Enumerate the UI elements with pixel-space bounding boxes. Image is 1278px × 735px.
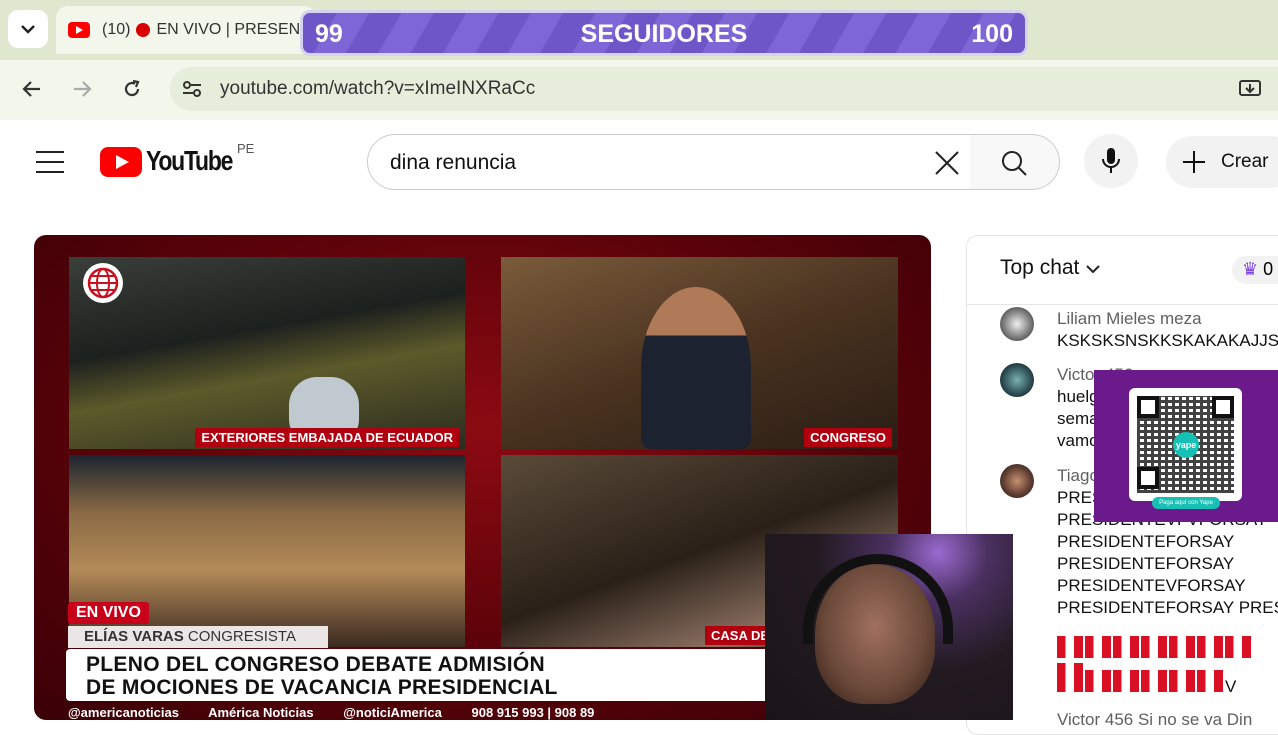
streamer-webcam	[765, 534, 1013, 720]
headline-line-2: DE MOCIONES DE VACANCIA PRESIDENCIAL	[86, 676, 558, 699]
chat-line: vamo	[1057, 431, 1099, 450]
clear-search-icon[interactable]	[934, 150, 960, 181]
youtube-logo-text[interactable]: YouTube	[146, 145, 233, 177]
chat-mode-selector[interactable]: Top chat	[1000, 256, 1101, 280]
news-headline: PLENO DEL CONGRESO DEBATE ADMISIÓN DE MO…	[66, 649, 826, 701]
peru-flag-icon	[1225, 636, 1251, 658]
country-code: PE	[237, 141, 255, 156]
chat-line: huelg	[1057, 387, 1099, 406]
reload-button[interactable]	[112, 69, 152, 109]
yape-logo-icon: yape	[1173, 432, 1199, 458]
peru-flag-icon	[1197, 670, 1223, 692]
tab-title: EN VIVO | PRESENT	[156, 21, 310, 38]
social-handle-3: @noticiAmerica	[343, 705, 442, 720]
chat-message: huelg sema vamo	[1057, 386, 1099, 452]
search-button[interactable]	[970, 134, 1060, 190]
search-query[interactable]: dina renuncia	[390, 151, 516, 175]
peru-flag-icon	[1169, 636, 1195, 658]
install-icon	[1239, 80, 1261, 96]
peru-flag-icon	[1085, 670, 1111, 692]
peru-flag-icon	[1113, 670, 1139, 692]
congressman-figure	[641, 287, 751, 449]
caption-embassy: EXTERIORES EMBAJADA DE ECUADOR	[195, 428, 459, 447]
arrow-right-icon	[74, 81, 92, 97]
create-label: Crear	[1221, 151, 1269, 172]
peru-flag-icon	[1169, 670, 1195, 692]
peru-flag-icon	[1057, 670, 1083, 692]
youtube-logo-icon[interactable]	[100, 147, 142, 177]
peru-flag-icon	[1113, 636, 1139, 658]
video-panel-embassy: EXTERIORES EMBAJADA DE ECUADOR	[69, 257, 465, 449]
voice-search-button[interactable]	[1084, 134, 1138, 188]
social-handle-2: América Noticias	[208, 705, 314, 720]
tune-icon	[183, 81, 201, 97]
chevron-down-icon	[1086, 265, 1100, 274]
microphone-icon	[1102, 148, 1120, 173]
tab-notification-count: (10)	[102, 21, 131, 38]
chat-line: PRESIDENTEVFORSAY	[1057, 576, 1246, 595]
chat-message-suffix: V	[1225, 677, 1237, 696]
flag-emoji-row: V	[1057, 670, 1278, 698]
install-app-button[interactable]	[1230, 69, 1270, 109]
social-handle-1: @americanoticias	[68, 705, 179, 720]
search-icon	[1002, 151, 1027, 176]
menu-icon[interactable]	[36, 151, 64, 181]
peru-flag-icon	[1057, 636, 1083, 658]
chat-line: PRESIDENTEFORSAY PRES	[1057, 598, 1278, 617]
tab-search-button[interactable]	[8, 10, 48, 48]
site-info-button[interactable]	[172, 69, 212, 109]
crown-icon: ♛	[1242, 259, 1259, 279]
chat-line: sema	[1057, 409, 1099, 428]
arrow-left-icon	[22, 81, 40, 97]
followers-label: SEGUIDORES	[580, 20, 748, 48]
globe-icon	[83, 263, 123, 303]
plus-icon	[1183, 151, 1205, 173]
members-count: 0	[1263, 259, 1274, 279]
browser-tab[interactable]: (10) EN VIVO | PRESENT	[56, 6, 316, 54]
chevron-down-icon	[21, 25, 35, 34]
live-badge: EN VIVO	[68, 602, 149, 624]
followers-goal: 100	[971, 20, 1013, 48]
speaker-namebar: ELÍAS VARAS CONGRESISTA	[68, 626, 328, 648]
avatar[interactable]	[1000, 464, 1034, 498]
video-panel-congress: CONGRESO	[501, 257, 898, 449]
peru-flag-icon	[1085, 636, 1111, 658]
yape-qr-code: yape	[1129, 388, 1242, 501]
create-button[interactable]: Crear	[1166, 136, 1278, 188]
followers-goal-overlay: 99 SEGUIDORES 100	[300, 10, 1028, 56]
reload-icon	[124, 79, 140, 97]
back-button[interactable]	[12, 69, 52, 109]
speaker-role: CONGRESISTA	[187, 628, 296, 645]
youtube-favicon-icon	[68, 22, 90, 38]
chat-author[interactable]: Tiago	[1057, 466, 1099, 486]
forward-button[interactable]	[62, 69, 102, 109]
chat-line: PRESIDENTEFORSAY	[1057, 554, 1235, 573]
chat-message: KSKSKSNSKKSKAKAKAJJS	[1057, 331, 1278, 350]
avatar[interactable]	[1000, 363, 1034, 397]
avatar[interactable]	[1000, 307, 1034, 341]
peru-flag-icon	[1141, 670, 1167, 692]
phone-numbers: 908 915 993 | 908 89	[471, 705, 595, 720]
chat-title: Top chat	[1000, 256, 1080, 279]
qr-caption: Paga aquí con Yape	[1152, 497, 1220, 509]
url-text[interactable]: youtube.com/watch?v=xImeINXRaCc	[220, 78, 535, 100]
live-dot-icon	[136, 23, 151, 37]
chat-divider	[966, 304, 1278, 305]
headset-icon	[803, 554, 953, 644]
caption-congress: CONGRESO	[804, 428, 892, 447]
speaker-name: ELÍAS VARAS	[84, 628, 184, 645]
chat-line: PRESIDENTEFORSAY	[1057, 532, 1235, 551]
peru-flag-icon	[1197, 636, 1223, 658]
headline-line-1: PLENO DEL CONGRESO DEBATE ADMISIÓN	[86, 653, 546, 676]
chat-author[interactable]: Liliam Mieles meza	[1057, 309, 1202, 329]
chat-author[interactable]: Victor 456 Si no se va Din	[1057, 710, 1252, 730]
peru-flag-icon	[1141, 636, 1167, 658]
members-chip[interactable]: ♛ 0	[1232, 256, 1278, 284]
